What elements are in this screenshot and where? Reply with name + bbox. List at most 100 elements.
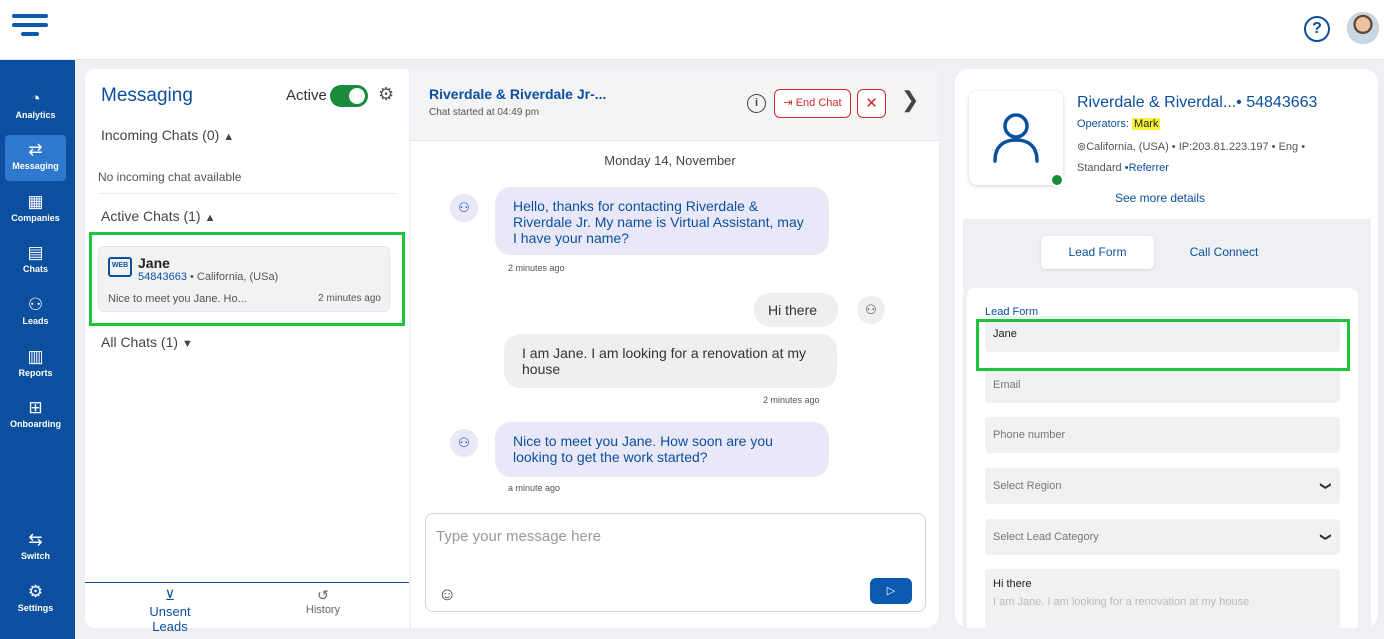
- message-time: a minute ago: [508, 483, 561, 493]
- bot-avatar-icon: ⚇: [450, 429, 478, 457]
- chevron-down-icon: ▼: [182, 338, 193, 350]
- region-select[interactable]: Select Region ❯: [985, 468, 1340, 504]
- nav-reports[interactable]: ▥ Reports: [5, 342, 66, 388]
- nav-label: Chats: [22, 264, 48, 274]
- nav-label: Onboarding: [10, 419, 61, 429]
- message-field-overflow: I am Jane. I am looking for a renovation…: [993, 596, 1250, 608]
- nav-label: Companies: [11, 213, 60, 223]
- message-time: 2 minutes ago: [763, 395, 820, 405]
- email-field[interactable]: Email: [985, 367, 1340, 403]
- chevron-down-icon: ❯: [1319, 481, 1332, 491]
- nav-onboarding[interactable]: ⊞ Onboarding: [5, 393, 66, 439]
- nav-leads[interactable]: ⚇ Leads: [5, 290, 66, 336]
- messaging-panel: Messaging Active ⚙ Incoming Chats (0) ▲ N…: [85, 69, 409, 634]
- chevron-up-icon: ▲: [204, 212, 216, 224]
- close-chat-button[interactable]: ✕: [857, 89, 886, 118]
- chat-card-id: 54843663: [138, 271, 187, 283]
- operator-name: Mark: [1132, 118, 1161, 130]
- active-chats-header[interactable]: Active Chats (1) ▲: [101, 208, 215, 224]
- visitor-name: Riverdale & Riverdal...• 54843663: [1077, 94, 1318, 111]
- chats-icon: ▤: [27, 243, 44, 262]
- phone-field[interactable]: Phone number: [985, 417, 1340, 453]
- settings-icon: ⚙: [27, 582, 44, 601]
- visitor-info-line: ⊚California, (USA) • IP:203.81.223.197 •…: [1077, 140, 1305, 153]
- tab-lead-form[interactable]: Lead Form: [1041, 236, 1154, 269]
- gear-icon[interactable]: ⚙: [378, 84, 394, 105]
- chat-card-jane[interactable]: WEB Jane 54843663 • California, (USa) Ni…: [98, 246, 390, 312]
- location-icon: ⊚: [1077, 141, 1087, 153]
- messaging-icon: ⇄: [28, 140, 43, 159]
- top-bar: ?: [0, 0, 1384, 60]
- emoji-icon[interactable]: ☺: [438, 584, 456, 605]
- nav-chats[interactable]: ▤ Chats: [5, 238, 66, 284]
- referrer-link[interactable]: •Referrer: [1122, 162, 1169, 174]
- chevron-right-icon[interactable]: ❯: [901, 87, 919, 113]
- chat-header: Riverdale & Riverdale Jr-... Chat starte…: [411, 69, 939, 141]
- nav-analytics[interactable]: ◔ Analytics: [5, 84, 66, 130]
- nav-switch[interactable]: ⇆ Switch: [5, 525, 66, 571]
- chat-panel: Riverdale & Riverdale Jr-... Chat starte…: [411, 69, 939, 628]
- switch-icon: ⇆: [28, 530, 43, 549]
- chat-card-meta: 54843663 • California, (USa): [138, 271, 278, 283]
- user-avatar-icon: ⚇: [857, 296, 885, 324]
- nav-label: Switch: [20, 551, 50, 561]
- end-chat-button[interactable]: ⇥ End Chat: [774, 89, 851, 118]
- plan-line: Standard •Referrer: [1077, 162, 1169, 174]
- visitor-avatar: [969, 91, 1063, 185]
- chevron-down-icon: ❯: [1319, 532, 1332, 542]
- bot-avatar-icon: ⚇: [450, 194, 478, 222]
- left-nav: ◔ Analytics ⇄ Messaging ▦ Companies ▤ Ch…: [0, 60, 75, 639]
- incoming-chats-header[interactable]: Incoming Chats (0) ▲: [101, 127, 234, 143]
- avatar[interactable]: [1347, 12, 1379, 44]
- nav-companies[interactable]: ▦ Companies: [5, 187, 66, 233]
- name-field[interactable]: Jane: [985, 316, 1340, 352]
- nav-messaging[interactable]: ⇄ Messaging: [5, 135, 66, 181]
- no-incoming-message: No incoming chat available: [98, 170, 242, 184]
- active-toggle[interactable]: [330, 85, 368, 107]
- lead-form: Lead Form Jane Email Phone number Select…: [967, 288, 1358, 629]
- visitor-details-panel: Riverdale & Riverdal...• 54843663 Operat…: [955, 69, 1378, 629]
- web-source-icon: WEB: [108, 257, 132, 277]
- all-chats-label: All Chats (1): [101, 334, 179, 350]
- active-chats-label: Active Chats (1): [101, 208, 201, 224]
- help-icon[interactable]: ?: [1304, 16, 1330, 42]
- companies-icon: ▦: [27, 192, 44, 211]
- region-select-label: Select Region: [993, 480, 1062, 492]
- date-separator: Monday 14, November: [604, 153, 736, 168]
- tab-unsent-label: Unsent Leads: [149, 604, 191, 634]
- nav-label: Analytics: [15, 110, 56, 120]
- history-icon: ↺: [317, 587, 329, 603]
- form-area: Lead Form Call Connect Lead Form Jane Em…: [963, 219, 1371, 629]
- nav-settings[interactable]: ⚙ Settings: [5, 577, 66, 623]
- chat-card-name: Jane: [138, 255, 170, 271]
- operators-line: Operators: Mark: [1077, 118, 1161, 130]
- exit-icon: ⇥: [783, 97, 793, 109]
- message-bubble-bot: Nice to meet you Jane. How soon are you …: [495, 422, 829, 477]
- logo-icon[interactable]: [12, 12, 48, 42]
- message-field-value: Hi there: [993, 578, 1032, 590]
- message-field[interactable]: Hi there I am Jane. I am looking for a re…: [985, 569, 1340, 629]
- nav-label: Messaging: [12, 161, 59, 171]
- chat-card-time: 2 minutes ago: [318, 293, 381, 304]
- analytics-icon: ◔: [30, 89, 41, 108]
- divider: [98, 193, 396, 194]
- chevron-up-icon: ▲: [223, 131, 235, 143]
- see-more-details-link[interactable]: See more details: [955, 191, 1365, 205]
- message-bubble-bot: Hello, thanks for contacting Riverdale &…: [495, 187, 829, 255]
- tab-call-connect[interactable]: Call Connect: [1179, 236, 1269, 269]
- message-composer: ☺ ▷: [425, 513, 926, 612]
- tab-history[interactable]: ↺ History: [293, 587, 353, 616]
- tab-unsent-leads[interactable]: ⊻ Unsent Leads: [130, 587, 210, 634]
- info-icon[interactable]: i: [747, 94, 766, 113]
- lead-category-select[interactable]: Select Lead Category ❯: [985, 519, 1340, 555]
- send-button[interactable]: ▷: [870, 578, 912, 604]
- visitor-location: California, (USA) • IP:203.81.223.197 • …: [1086, 141, 1306, 153]
- chat-card-location: • California, (USa): [186, 271, 279, 283]
- message-input[interactable]: [436, 524, 906, 548]
- incoming-chats-label: Incoming Chats (0): [101, 127, 220, 143]
- messaging-title: Messaging: [101, 85, 193, 106]
- chat-started-time: Chat started at 04:49 pm: [429, 107, 540, 118]
- operators-label: Operators:: [1077, 118, 1133, 130]
- all-chats-header[interactable]: All Chats (1) ▼: [101, 334, 193, 350]
- lead-category-label: Select Lead Category: [993, 531, 1099, 543]
